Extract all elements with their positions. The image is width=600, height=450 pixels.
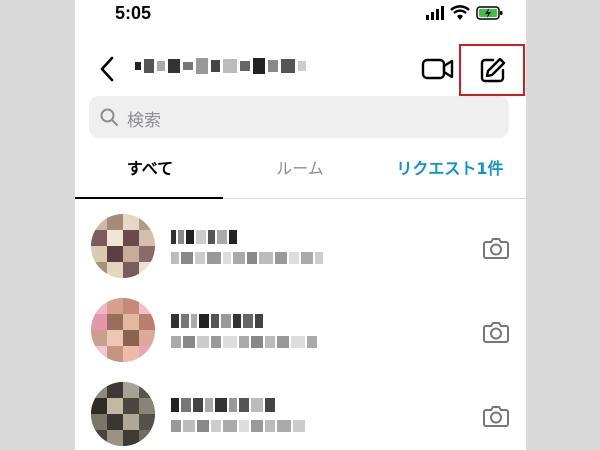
contact-name-redacted [171,230,237,244]
search-icon [100,108,118,126]
status-time: 5:05 [115,3,152,23]
status-icons [426,5,504,21]
chat-header [75,44,526,96]
avatar [91,382,155,446]
tab-requests[interactable]: リクエスト1件 [375,148,525,196]
wifi-icon [450,5,470,20]
chat-list [75,200,526,450]
camera-icon[interactable] [482,402,510,430]
compose-icon[interactable] [479,56,507,84]
phone-screen: 5:05 検索 すべて ルーム リクエスト1件 [75,0,526,450]
chat-row[interactable] [75,200,526,284]
tab-rooms[interactable]: ルーム [225,148,375,196]
cellular-signal-icon [426,6,444,20]
status-bar: 5:05 [75,0,526,28]
chat-row[interactable] [75,368,526,450]
message-preview-redacted [171,420,305,432]
camera-icon[interactable] [482,318,510,346]
avatar [91,214,155,278]
search-input[interactable]: 検索 [89,96,509,138]
chat-row[interactable] [75,284,526,368]
back-icon[interactable] [97,54,119,84]
message-tabs: すべて ルーム リクエスト1件 [75,148,526,199]
active-tab-indicator [75,197,223,199]
video-call-icon[interactable] [421,56,455,82]
contact-name-redacted [171,398,275,412]
search-placeholder: 検索 [127,111,161,131]
account-name-redacted [135,58,306,74]
avatar [91,298,155,362]
battery-icon [476,6,503,20]
camera-icon[interactable] [482,234,510,262]
contact-name-redacted [171,314,263,328]
message-preview-redacted [171,252,323,264]
message-preview-redacted [171,336,317,348]
tab-all[interactable]: すべて [75,148,225,196]
